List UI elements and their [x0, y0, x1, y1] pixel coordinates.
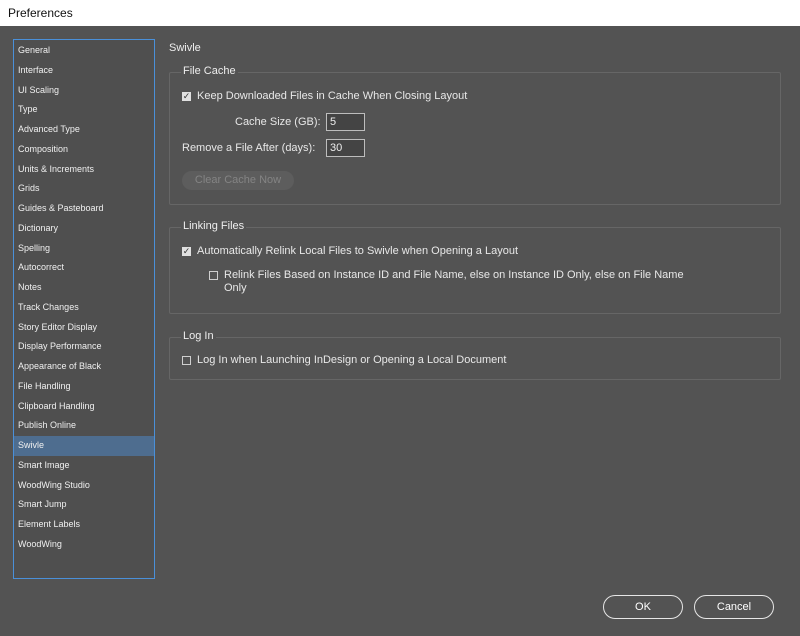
keep-downloaded-checkbox-row[interactable]: ✓ Keep Downloaded Files in Cache When Cl… [182, 90, 467, 102]
remove-after-input[interactable] [326, 139, 365, 157]
relink-instance-label: Relink Files Based on Instance ID and Fi… [224, 269, 684, 294]
sidebar-item[interactable]: Display Performance [14, 337, 154, 357]
linking-files-legend: Linking Files [181, 220, 247, 232]
sidebar-item[interactable]: Track Changes [14, 298, 154, 318]
sidebar-item[interactable]: Publish Online [14, 416, 154, 436]
sidebar-item[interactable]: Clipboard Handling [14, 397, 154, 417]
sidebar-item[interactable]: Type [14, 100, 154, 120]
auto-relink-checkbox-row[interactable]: ✓ Automatically Relink Local Files to Sw… [182, 245, 518, 257]
relink-instance-checkbox[interactable] [209, 271, 218, 280]
window-title: Preferences [0, 0, 800, 26]
sidebar-item[interactable]: Spelling [14, 239, 154, 259]
sidebar-item[interactable]: Smart Jump [14, 495, 154, 515]
sidebar-item[interactable]: Interface [14, 61, 154, 81]
login-label: Log In when Launching InDesign or Openin… [197, 354, 507, 366]
clear-cache-button[interactable]: Clear Cache Now [182, 171, 294, 190]
sidebar-item[interactable]: Appearance of Black [14, 357, 154, 377]
sidebar-item[interactable]: WoodWing [14, 535, 154, 555]
remove-after-label: Remove a File After (days): [182, 142, 316, 154]
sidebar-item[interactable]: Notes [14, 278, 154, 298]
cache-size-input[interactable] [326, 113, 365, 131]
sidebar-item[interactable]: File Handling [14, 377, 154, 397]
auto-relink-checkbox[interactable]: ✓ [182, 246, 191, 256]
keep-downloaded-checkbox[interactable]: ✓ [182, 91, 191, 101]
sidebar-item[interactable]: Guides & Pasteboard [14, 199, 154, 219]
sidebar-item[interactable]: Dictionary [14, 219, 154, 239]
sidebar-item[interactable]: Grids [14, 179, 154, 199]
sidebar-item[interactable]: Composition [14, 140, 154, 160]
sidebar-item[interactable]: WoodWing Studio [14, 476, 154, 496]
sidebar-item[interactable]: Swivle [14, 436, 154, 456]
sidebar-item[interactable]: Smart Image [14, 456, 154, 476]
login-checkbox[interactable] [182, 355, 191, 365]
cancel-button[interactable]: Cancel [694, 595, 774, 619]
sidebar-item[interactable]: Element Labels [14, 515, 154, 535]
keep-downloaded-label: Keep Downloaded Files in Cache When Clos… [197, 90, 468, 102]
relink-instance-checkbox-row[interactable]: Relink Files Based on Instance ID and Fi… [209, 269, 709, 295]
sidebar-item[interactable]: General [14, 41, 154, 61]
preferences-category-list[interactable]: General Interface UI Scaling Type Advanced T… [13, 39, 155, 579]
login-checkbox-row[interactable]: Log In when Launching InDesign or Openin… [182, 354, 506, 366]
sidebar-item[interactable]: Autocorrect [14, 258, 154, 278]
sidebar-item[interactable]: Units & Increments [14, 160, 154, 180]
sidebar-item[interactable]: UI Scaling [14, 81, 154, 101]
page-title: Swivle [169, 42, 201, 54]
cache-size-label: Cache Size (GB): [235, 116, 321, 128]
log-in-legend: Log In [181, 330, 216, 342]
auto-relink-label: Automatically Relink Local Files to Swiv… [197, 245, 518, 257]
ok-button[interactable]: OK [603, 595, 683, 619]
sidebar-item[interactable]: Story Editor Display [14, 318, 154, 338]
sidebar-item[interactable]: Advanced Type [14, 120, 154, 140]
file-cache-legend: File Cache [181, 65, 238, 77]
